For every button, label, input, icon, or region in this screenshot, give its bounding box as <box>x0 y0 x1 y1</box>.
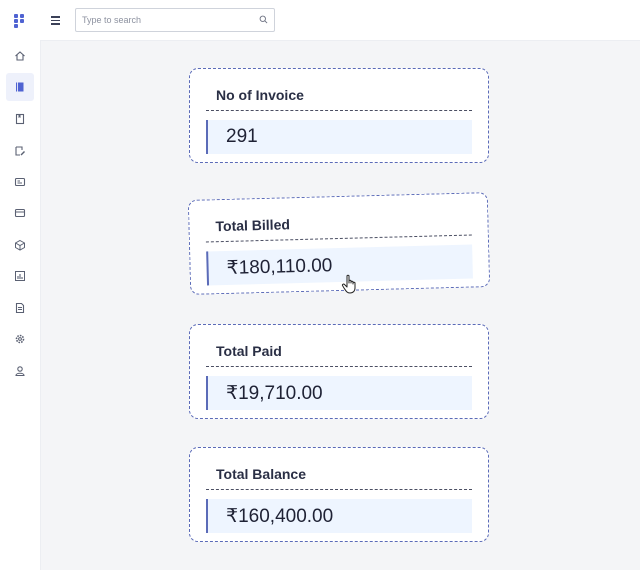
search-icon[interactable] <box>259 15 268 24</box>
sidebar-item-invoices[interactable] <box>6 73 34 101</box>
search-box <box>75 8 275 32</box>
divider <box>206 366 472 367</box>
home-icon <box>15 51 25 61</box>
card-title: Total Balance <box>216 466 306 482</box>
total-billed-card: Total Billed ₹180,110.00 <box>187 192 491 295</box>
sidebar-item-settings[interactable] <box>6 325 34 353</box>
top-bar <box>40 0 640 41</box>
hand-cursor-icon <box>341 274 356 294</box>
document-icon <box>15 302 25 314</box>
chart-icon <box>15 271 25 281</box>
card-title: Total Paid <box>216 343 282 359</box>
sidebar-item-products[interactable] <box>6 231 34 259</box>
sidebar-item-edit[interactable] <box>6 137 34 165</box>
total-paid-card: Total Paid ₹19,710.00 <box>189 324 489 419</box>
total-balance-card: Total Balance ₹160,400.00 <box>189 447 489 542</box>
id-card-icon <box>14 177 26 187</box>
card-title: Total Billed <box>215 216 291 235</box>
sidebar-item-home[interactable] <box>6 42 34 70</box>
search-input[interactable] <box>82 12 252 28</box>
box-icon <box>15 239 25 251</box>
card-value: 291 <box>206 120 472 154</box>
card-value: ₹19,710.00 <box>206 376 472 410</box>
logo-icon[interactable] <box>14 14 26 28</box>
divider <box>205 234 472 243</box>
user-icon <box>15 366 25 377</box>
sidebar <box>0 0 41 570</box>
sidebar-item-documents[interactable] <box>6 294 34 322</box>
book-icon <box>16 82 24 92</box>
gear-icon <box>15 334 25 344</box>
card-value: ₹180,110.00 <box>206 244 473 286</box>
menu-button[interactable] <box>50 12 64 28</box>
sidebar-item-reports[interactable] <box>6 262 34 290</box>
sidebar-item-cards[interactable] <box>6 199 34 227</box>
edit-doc-icon <box>15 146 25 156</box>
invoice-count-card: No of Invoice 291 <box>189 68 489 163</box>
sidebar-item-id[interactable] <box>6 168 34 196</box>
card-icon <box>14 208 26 218</box>
card-title: No of Invoice <box>216 87 304 103</box>
card-value: ₹160,400.00 <box>206 499 472 533</box>
hamburger-icon <box>51 16 60 18</box>
bookmark-icon <box>15 113 25 125</box>
sidebar-item-profile[interactable] <box>6 357 34 385</box>
divider <box>206 110 472 111</box>
divider <box>206 489 472 490</box>
sidebar-item-bookmarks[interactable] <box>6 105 34 133</box>
